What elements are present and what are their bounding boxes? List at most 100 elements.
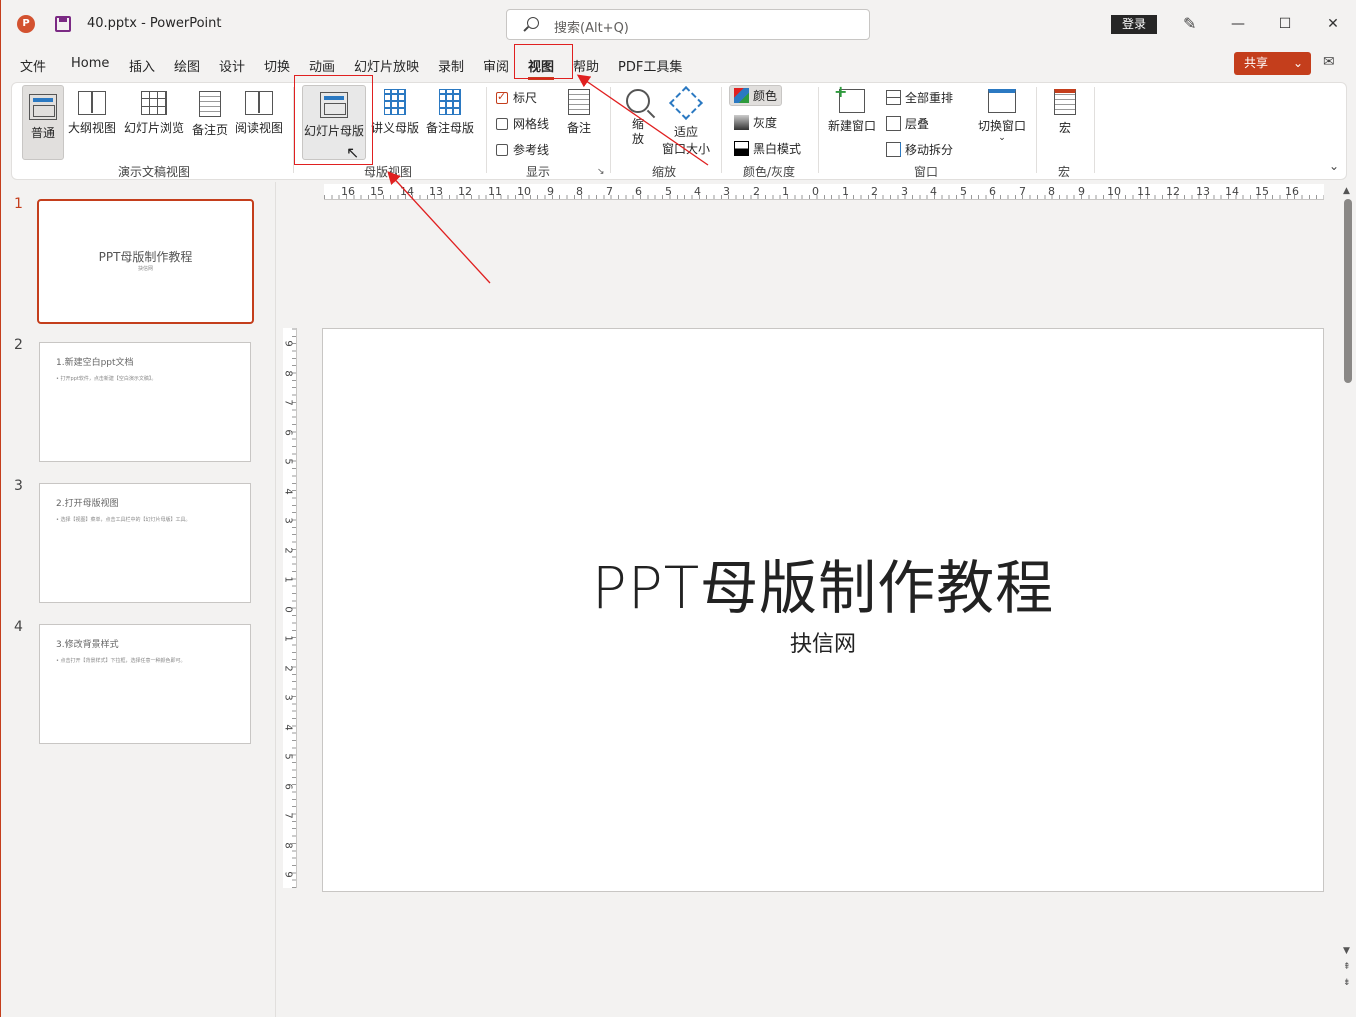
black-white-button[interactable]: 黑白模式 bbox=[734, 140, 801, 157]
ruler-label: 4 bbox=[930, 185, 937, 198]
separator bbox=[818, 87, 819, 173]
arrange-all-label: 全部重排 bbox=[905, 91, 954, 105]
collapse-ribbon-icon[interactable]: ⌄ bbox=[1329, 159, 1339, 173]
zoom-button[interactable]: 缩 放 bbox=[620, 89, 656, 147]
tab-home[interactable]: Home bbox=[71, 56, 109, 71]
color-button[interactable]: 颜色 bbox=[729, 85, 783, 106]
notes-master-button[interactable]: 备注母版 bbox=[424, 89, 476, 136]
notes-page-button[interactable]: 备注页 bbox=[189, 91, 231, 138]
ruler-label: 1 bbox=[282, 576, 294, 583]
grayscale-label: 灰度 bbox=[753, 116, 778, 130]
grayscale-icon bbox=[734, 115, 749, 130]
grayscale-button[interactable]: 灰度 bbox=[734, 114, 777, 131]
outline-view-button[interactable]: 大纲视图 bbox=[66, 91, 118, 136]
new-window-label: 新建窗口 bbox=[827, 119, 876, 133]
handout-master-button[interactable]: 讲义母版 bbox=[369, 89, 421, 136]
chevron-down-icon: ⌄ bbox=[998, 133, 1006, 143]
normal-view-button[interactable]: 普通 bbox=[22, 85, 64, 160]
pen-icon[interactable]: ✎ bbox=[1183, 14, 1199, 34]
notes-page-label: 备注页 bbox=[191, 123, 228, 137]
ruler-label: 1 bbox=[782, 185, 789, 198]
tab-pdf-tools[interactable]: PDF工具集 bbox=[618, 56, 682, 75]
vertical-scrollbar[interactable]: ▲ ▼ ⇞ ⇟ bbox=[1341, 186, 1355, 996]
thumbnail-heading: 3.修改背景样式 bbox=[56, 640, 119, 650]
tab-design[interactable]: 设计 bbox=[219, 56, 245, 75]
slide-thumbnail-4[interactable]: 3.修改背景样式 • 点击打开【背景样式】下拉框，选择任意一种颜色即可。 bbox=[39, 624, 251, 744]
thumbnail-heading: 1.新建空白ppt文档 bbox=[56, 358, 134, 368]
ruler-label: 6 bbox=[635, 185, 642, 198]
scrollbar-thumb[interactable] bbox=[1344, 199, 1352, 383]
tab-slideshow[interactable]: 幻灯片放映 bbox=[354, 56, 419, 75]
previous-slide-icon[interactable]: ⇞ bbox=[1343, 962, 1351, 972]
tab-insert[interactable]: 插入 bbox=[129, 56, 155, 75]
group-label-zoom: 缩放 bbox=[652, 165, 677, 179]
document-title: 40.pptx - PowerPoint bbox=[87, 16, 222, 31]
ruler-label: 5 bbox=[960, 185, 967, 198]
move-split-button[interactable]: 移动拆分 bbox=[886, 141, 953, 158]
group-label-presentation-views: 演示文稿视图 bbox=[118, 165, 191, 179]
save-icon[interactable] bbox=[55, 16, 71, 32]
ruler-label: 8 bbox=[576, 185, 583, 198]
minimize-button[interactable]: — bbox=[1223, 10, 1253, 38]
guides-checkbox[interactable]: 参考线 bbox=[496, 141, 549, 158]
black-white-label: 黑白模式 bbox=[753, 142, 802, 156]
slide-sorter-button[interactable]: 幻灯片浏览 bbox=[122, 91, 186, 136]
thumbnail-body: • 选择【视图】菜单，点击工具栏中的【幻灯片母版】工具。 bbox=[56, 517, 191, 523]
gridlines-checkbox[interactable]: 网格线 bbox=[496, 115, 549, 132]
zoom-label: 缩 放 bbox=[631, 117, 644, 146]
scroll-up-icon[interactable]: ▲ bbox=[1343, 186, 1350, 196]
tab-draw[interactable]: 绘图 bbox=[174, 56, 200, 75]
slide-subtitle[interactable]: 抉信网 bbox=[323, 626, 1323, 658]
group-label-master-views: 母版视图 bbox=[364, 165, 413, 179]
vertical-ruler: 9 8 7 6 5 4 3 2 1 0 1 2 3 4 5 6 7 8 9 bbox=[283, 328, 297, 888]
login-button[interactable]: 登录 bbox=[1111, 15, 1157, 34]
slide-thumbnail-3[interactable]: 2.打开母版视图 • 选择【视图】菜单，点击工具栏中的【幻灯片母版】工具。 bbox=[39, 483, 251, 603]
dialog-launcher-icon[interactable]: ↘ bbox=[597, 167, 605, 177]
slide-thumbnail-1[interactable]: PPT母版制作教程 抉信网 bbox=[37, 199, 254, 324]
share-button[interactable]: 共享 ⌄ bbox=[1234, 52, 1311, 75]
slide-thumbnails-pane[interactable]: 1 PPT母版制作教程 抉信网 2 1.新建空白ppt文档 • 打开ppt软件，… bbox=[1, 182, 276, 1017]
ruler-label: 9 bbox=[547, 185, 554, 198]
tab-transitions[interactable]: 切换 bbox=[264, 56, 290, 75]
notes-button[interactable]: 备注 bbox=[562, 89, 596, 136]
separator bbox=[610, 87, 611, 173]
slide-title[interactable]: PPT母版制作教程 bbox=[323, 541, 1323, 625]
ruler-label: 9 bbox=[282, 871, 294, 878]
tab-record[interactable]: 录制 bbox=[438, 56, 464, 75]
comment-icon[interactable]: ✉ bbox=[1323, 54, 1343, 72]
gridlines-label: 网格线 bbox=[513, 117, 550, 131]
move-split-label: 移动拆分 bbox=[905, 143, 954, 157]
tab-review[interactable]: 审阅 bbox=[483, 56, 509, 75]
slide-canvas[interactable]: PPT母版制作教程 抉信网 bbox=[322, 328, 1324, 892]
scroll-down-icon[interactable]: ▼ bbox=[1343, 946, 1350, 956]
ruler-label: 2 bbox=[871, 185, 878, 198]
fit-to-window-button[interactable]: 适应 窗口大小 bbox=[660, 86, 712, 157]
new-window-button[interactable]: + 新建窗口 bbox=[827, 82, 877, 134]
slide-thumbnail-2[interactable]: 1.新建空白ppt文档 • 打开ppt软件，点击新建【空白演示文稿】。 bbox=[39, 342, 251, 462]
ribbon-view: 普通 大纲视图 幻灯片浏览 备注页 阅读视图 演示文稿视图 幻灯片母版 讲义母版… bbox=[11, 82, 1347, 180]
slide-number: 4 bbox=[14, 619, 23, 635]
arrange-all-button[interactable]: 全部重排 bbox=[886, 89, 953, 106]
maximize-button[interactable]: ☐ bbox=[1270, 10, 1300, 38]
slide-sorter-label: 幻灯片浏览 bbox=[123, 121, 184, 135]
tab-animations[interactable]: 动画 bbox=[309, 56, 335, 75]
macros-button[interactable]: 宏 bbox=[1048, 89, 1082, 136]
notes-master-label: 备注母版 bbox=[425, 121, 474, 135]
thumbnail-title: PPT母版制作教程 bbox=[98, 250, 193, 264]
fit-window-label: 适应 bbox=[673, 125, 698, 139]
tab-help[interactable]: 帮助 bbox=[573, 56, 599, 75]
search-input[interactable]: 搜索(Alt+Q) bbox=[506, 9, 870, 40]
cascade-button[interactable]: 层叠 bbox=[886, 115, 929, 132]
switch-window-button[interactable]: 切换窗口 ⌄ bbox=[976, 89, 1028, 143]
next-slide-icon[interactable]: ⇟ bbox=[1343, 978, 1351, 988]
zoom-icon bbox=[626, 89, 650, 113]
ruler-label: 7 bbox=[282, 812, 294, 819]
ruler-label: 8 bbox=[282, 841, 294, 849]
ruler-label: 8 bbox=[282, 369, 294, 377]
separator bbox=[486, 87, 487, 173]
close-button[interactable]: ✕ bbox=[1318, 10, 1348, 38]
ruler-checkbox[interactable]: 标尺 bbox=[496, 89, 537, 106]
normal-view-label: 普通 bbox=[30, 126, 55, 140]
tab-file[interactable]: 文件 bbox=[20, 56, 46, 75]
reading-view-button[interactable]: 阅读视图 bbox=[234, 91, 284, 136]
